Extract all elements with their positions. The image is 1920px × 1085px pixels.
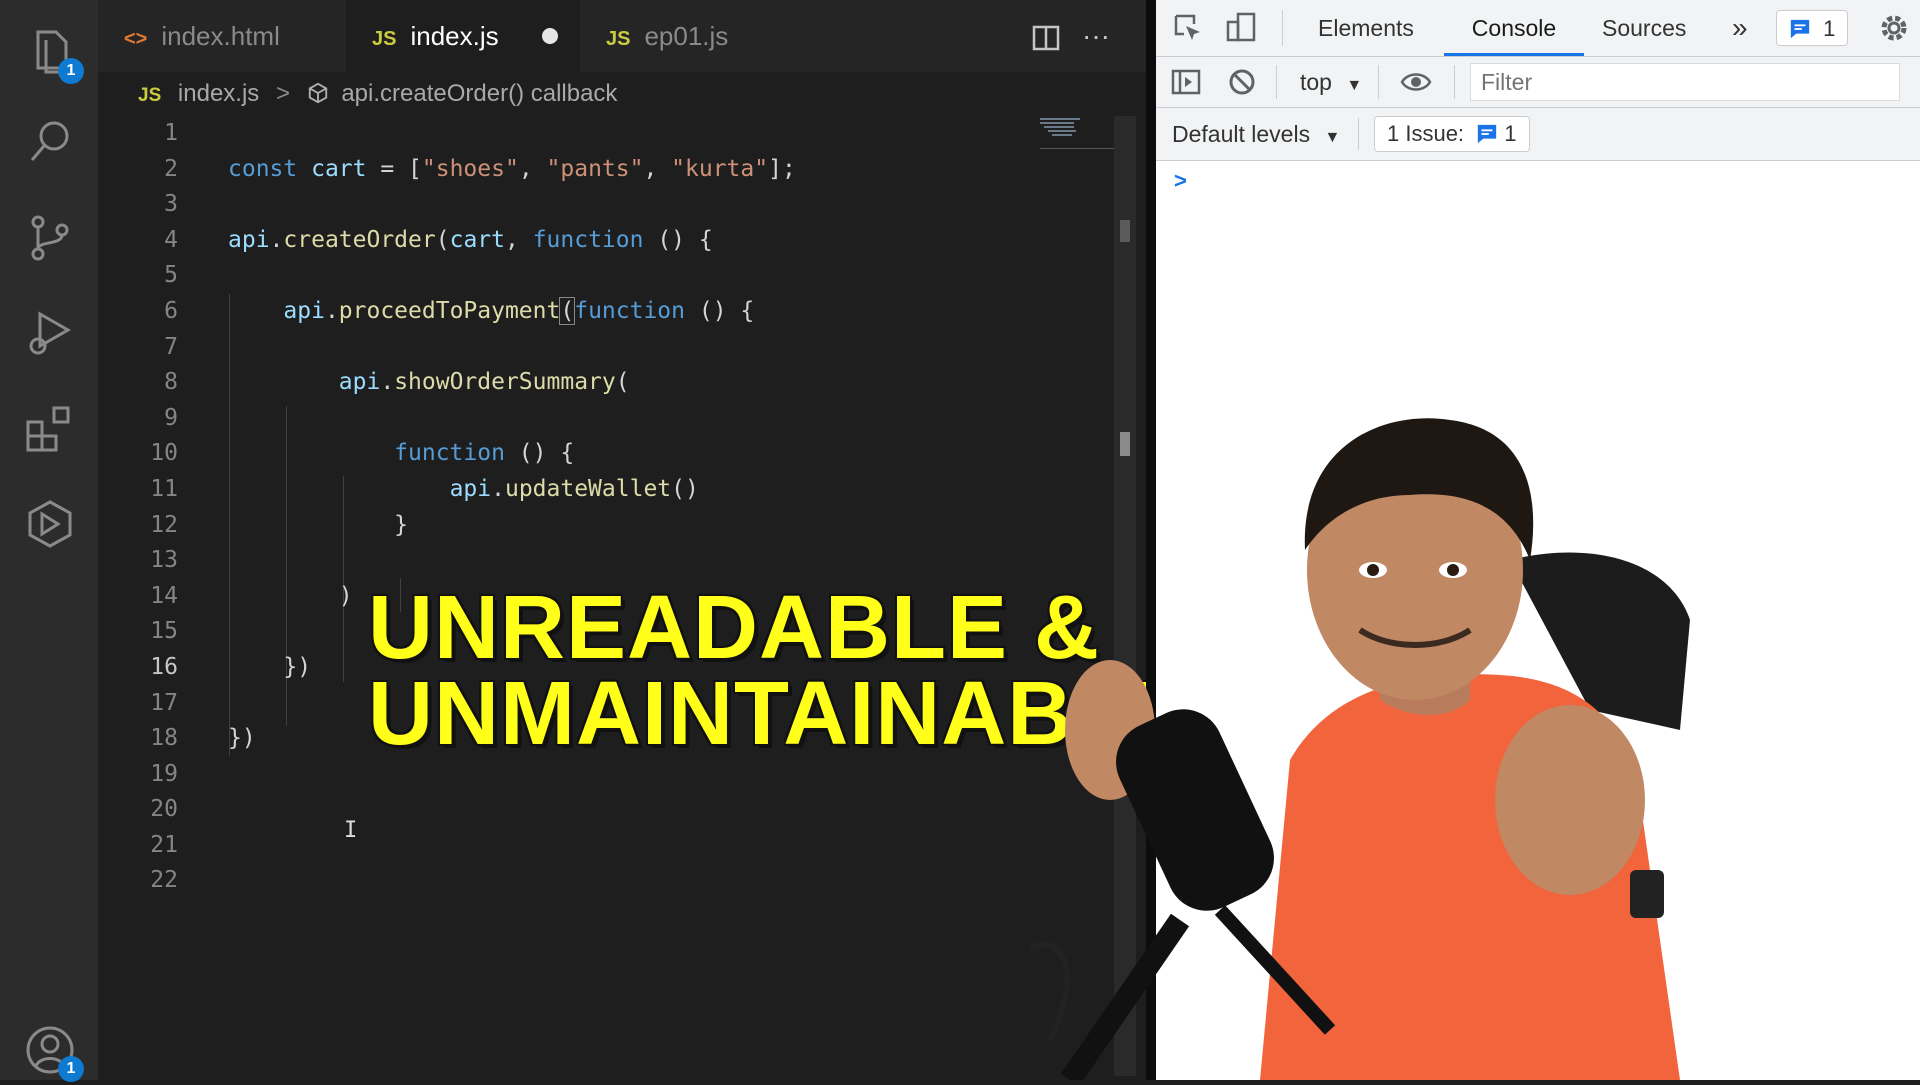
tab-ep01-js[interactable]: JS ep01.js	[580, 0, 816, 72]
separator	[1282, 10, 1283, 46]
tab-index-html[interactable]: <> index.html	[98, 0, 346, 72]
code-line: 5	[164, 262, 178, 289]
sidebar-toggle-icon[interactable]	[1170, 66, 1202, 98]
code-editor[interactable]: 1 2 const cart = ["shoes", "pants", "kurt…	[98, 116, 1038, 899]
code-line: 12 }	[150, 511, 409, 538]
issue-icon	[1470, 121, 1504, 146]
code-line: 10 function () {	[150, 440, 575, 467]
log-levels-label: Default levels	[1172, 121, 1311, 147]
devtools-tab-bar: Elements Console Sources » 1	[1156, 0, 1920, 57]
console-toolbar: top ▼	[1156, 57, 1920, 108]
unsaved-dot-icon[interactable]	[542, 28, 558, 44]
scroll-marker	[1120, 220, 1130, 242]
separator	[1378, 65, 1379, 99]
chevron-right-icon: >	[275, 80, 290, 107]
tab-label: index.html	[161, 21, 280, 51]
breadcrumb-file[interactable]: index.js	[178, 80, 259, 107]
code-line: 20	[150, 796, 178, 823]
code-line: 11 api.updateWallet()	[150, 475, 699, 502]
code-line: 2 const cart = ["shoes", "pants", "kurta"…	[164, 155, 796, 182]
explorer-badge: 1	[58, 58, 84, 84]
html-file-icon: <>	[124, 28, 148, 50]
code-line: 22	[150, 867, 178, 894]
presenter-video	[1017, 400, 1920, 1085]
issue-chip-count: 1	[1504, 121, 1517, 146]
split-editor-icon[interactable]	[1032, 0, 1060, 72]
issues-button[interactable]: 1	[1776, 10, 1849, 46]
code-line: 13	[150, 547, 178, 574]
breadcrumb-symbol[interactable]: api.createOrder() callback	[341, 80, 617, 107]
explorer-icon[interactable]: 1	[24, 26, 84, 84]
separator	[1454, 65, 1455, 99]
separator	[1358, 118, 1359, 150]
tab-bar: <> index.html JS index.js JS ep01.js ···	[98, 0, 1146, 72]
js-file-icon: JS	[372, 28, 397, 50]
accounts-badge: 1	[58, 1056, 84, 1082]
source-control-icon[interactable]	[24, 212, 76, 264]
more-actions-icon[interactable]: ···	[1082, 0, 1110, 72]
js-file-icon: JS	[138, 85, 162, 106]
filter-input[interactable]	[1470, 63, 1900, 101]
more-tabs-icon[interactable]: »	[1732, 0, 1748, 56]
issue-chip-label: 1 Issue:	[1387, 121, 1465, 146]
console-toolbar-secondary: Default levels ▼ 1 Issue: 1	[1156, 108, 1920, 161]
code-line: 8 api.showOrderSummary(	[164, 369, 630, 396]
code-line: 21	[150, 831, 178, 858]
issues-chip[interactable]: 1 Issue: 1	[1374, 116, 1530, 152]
code-line: 9	[164, 404, 178, 431]
dropdown-arrow-icon: ▼	[1346, 77, 1363, 94]
js-file-icon: JS	[606, 28, 631, 50]
dropdown-arrow-icon: ▼	[1324, 129, 1341, 146]
code-line: 4 api.createOrder(cart, function () {	[164, 226, 713, 253]
tab-sources[interactable]: Sources	[1602, 0, 1686, 56]
text-cursor-icon: I	[344, 818, 358, 843]
tab-label: index.js	[410, 21, 499, 51]
tab-index-js[interactable]: JS index.js	[346, 0, 580, 72]
inspect-element-icon[interactable]	[1172, 12, 1204, 44]
symbol-method-icon	[307, 80, 336, 107]
issue-icon	[1789, 16, 1817, 41]
breadcrumb: JS index.js > api.createOrder() callback	[138, 76, 617, 112]
code-line: 7	[164, 333, 178, 360]
separator	[1276, 65, 1277, 99]
activity-bar: 1 1	[0, 0, 98, 1082]
tab-console[interactable]: Console	[1444, 0, 1584, 56]
run-debug-icon[interactable]	[24, 306, 76, 358]
context-selector[interactable]: top ▼	[1300, 57, 1362, 111]
code-line: 3	[164, 191, 178, 218]
issues-count: 1	[1823, 16, 1836, 41]
console-prompt-icon[interactable]: >	[1174, 168, 1187, 194]
code-line: 6 api.proceedToPayment(function () {	[164, 296, 755, 325]
device-toolbar-icon[interactable]	[1226, 12, 1258, 44]
tab-elements[interactable]: Elements	[1318, 0, 1414, 56]
context-value: top	[1300, 69, 1332, 95]
remote-explorer-icon[interactable]	[24, 498, 76, 550]
extensions-icon[interactable]	[24, 404, 76, 456]
editor-area: <> index.html JS index.js JS ep01.js ··· JS…	[98, 0, 1189, 1080]
clear-console-icon[interactable]	[1226, 66, 1258, 98]
accounts-icon[interactable]: 1	[24, 1024, 84, 1082]
minimap[interactable]	[1038, 116, 1118, 156]
settings-gear-icon[interactable]	[1878, 12, 1910, 44]
live-expression-eye-icon[interactable]	[1400, 66, 1432, 98]
code-line: 1	[164, 120, 178, 146]
tab-label: ep01.js	[644, 21, 729, 51]
log-levels-dropdown[interactable]: Default levels ▼	[1172, 108, 1340, 164]
search-icon[interactable]	[24, 116, 76, 168]
